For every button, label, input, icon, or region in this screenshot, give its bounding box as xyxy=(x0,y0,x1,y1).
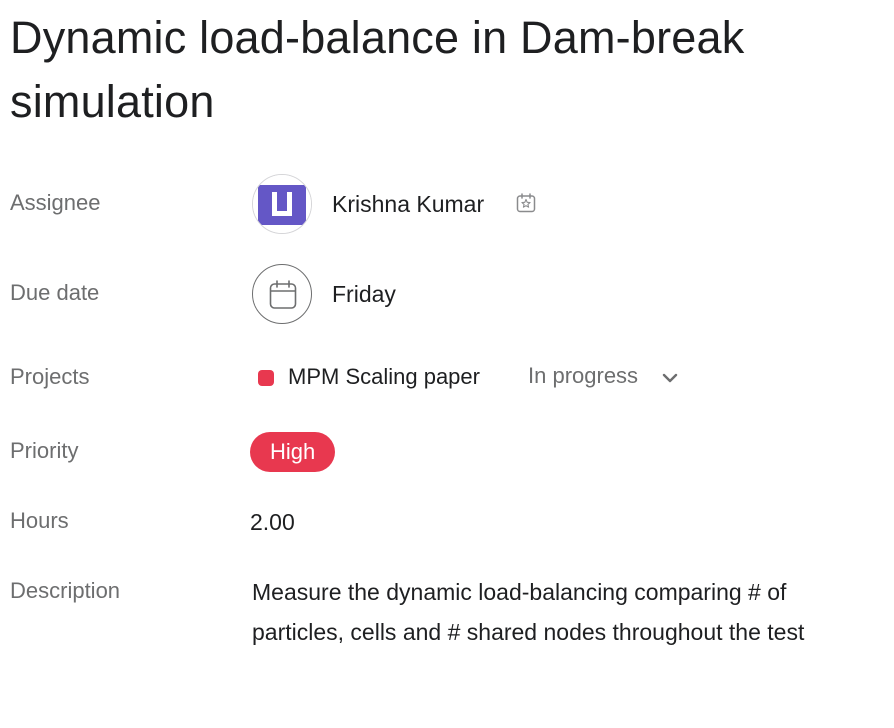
avatar-image xyxy=(253,175,311,233)
hours-value[interactable]: 2.00 xyxy=(250,507,295,537)
task-title[interactable]: Dynamic load-balance in Dam-break simula… xyxy=(10,6,870,134)
chevron-down-icon[interactable] xyxy=(660,368,680,388)
calendar-icon xyxy=(269,280,297,309)
due-date-label: Due date xyxy=(10,280,100,305)
due-date-button[interactable] xyxy=(252,264,312,324)
project-name[interactable]: MPM Scaling paper xyxy=(288,362,480,392)
project-status[interactable]: In progress xyxy=(528,362,638,390)
projects-label: Projects xyxy=(10,364,90,389)
calendar-star-icon[interactable] xyxy=(515,192,537,214)
avatar[interactable] xyxy=(252,174,312,234)
assignee-label: Assignee xyxy=(10,190,101,215)
due-date-value[interactable]: Friday xyxy=(332,279,396,309)
assignee-name[interactable]: Krishna Kumar xyxy=(332,189,484,219)
description-label: Description xyxy=(10,578,121,603)
description-text[interactable]: Measure the dynamic load-balancing compa… xyxy=(252,572,872,652)
priority-label: Priority xyxy=(10,438,79,463)
priority-badge[interactable]: High xyxy=(250,432,336,472)
project-color-swatch xyxy=(258,370,274,386)
hours-label: Hours xyxy=(10,508,69,533)
